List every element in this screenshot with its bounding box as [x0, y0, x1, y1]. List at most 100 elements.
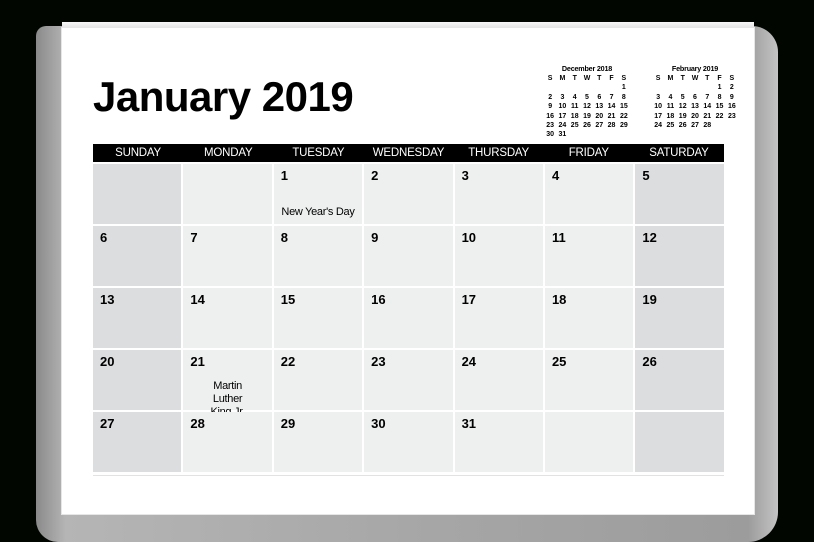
mini-day-empty: [544, 84, 556, 92]
mini-day: 21: [607, 112, 616, 120]
day-cell-31[interactable]: 31: [454, 412, 543, 472]
day-cell-30[interactable]: 30: [364, 412, 453, 472]
mini-day: 12: [678, 103, 687, 111]
mini-day-empty: [593, 84, 605, 92]
day-number: 2: [371, 168, 379, 183]
mini-weekday-initial: F: [609, 75, 614, 82]
mini-day: 20: [595, 112, 604, 120]
mini-day: 20: [691, 112, 699, 120]
mini-day: 16: [727, 103, 736, 111]
day-cell-26[interactable]: 26: [635, 350, 724, 410]
mini-weekday-initial: T: [680, 75, 685, 82]
mini-day: 30: [546, 131, 555, 139]
month-title: January 2019: [93, 73, 354, 120]
day-number: 27: [100, 416, 115, 431]
day-cell-24[interactable]: 24: [454, 350, 543, 410]
mini-day: 11: [571, 103, 579, 111]
day-cell-23[interactable]: 23: [364, 350, 453, 410]
mini-day-empty: [605, 84, 617, 92]
day-cell-9[interactable]: 9: [364, 226, 453, 286]
mini-day: 13: [691, 103, 699, 111]
holiday-label: New Year's Day: [281, 206, 355, 218]
mini-weekday-initial: S: [621, 75, 627, 82]
mini-day: 24: [654, 121, 663, 129]
day-cell-25[interactable]: 25: [544, 350, 634, 410]
day-number: 12: [642, 230, 657, 245]
weekday-header-monday: MONDAY: [204, 147, 253, 159]
day-cell-18[interactable]: 18: [544, 288, 634, 348]
mini-day: 16: [546, 112, 555, 120]
mini-day-empty: [556, 84, 568, 92]
mini-calendar-next-month: February 2019 S M T W T F S 1 2 3 4 5 6 7 8 9 10 11 12 13 14…: [652, 64, 738, 130]
mini-day-empty: [569, 84, 581, 92]
empty-day-cell: [183, 164, 272, 224]
day-cell-17[interactable]: 17: [454, 288, 543, 348]
mini-day: 5: [680, 93, 685, 101]
mini-day: 19: [678, 112, 687, 120]
mini-day: 2: [729, 84, 734, 92]
day-cell-27[interactable]: 27: [93, 412, 182, 472]
mini-day: 9: [729, 93, 734, 101]
day-cell-4[interactable]: 4: [544, 164, 634, 224]
mini-day: 19: [583, 112, 591, 120]
mini-calendar-grid: S M T W T F S 1 2 3 4 5 6 7 8 9 10 11 12 13 14 15 16 17 18 19 20 21…: [652, 75, 738, 130]
day-cell-10[interactable]: 10: [454, 226, 543, 286]
mini-day: 4: [668, 93, 673, 101]
mini-day-empty: [701, 84, 713, 92]
mini-day: 7: [609, 93, 614, 101]
mini-weekday-initial: T: [705, 75, 710, 82]
day-number: 5: [642, 168, 650, 183]
day-number: 9: [371, 230, 379, 245]
day-cell-21[interactable]: 21Martin Luther King Jr. Day: [183, 350, 272, 431]
mini-day-empty: [652, 84, 664, 92]
mini-day: 23: [727, 112, 736, 120]
mini-day: 22: [619, 112, 628, 120]
day-cell-3[interactable]: 3: [454, 164, 543, 224]
day-cell-16[interactable]: 16: [364, 288, 453, 348]
day-cell-5[interactable]: 5: [635, 164, 724, 224]
day-number: 31: [461, 416, 477, 431]
day-cell-12[interactable]: 12: [635, 226, 724, 286]
mini-day: 18: [570, 112, 579, 120]
mini-day: 18: [666, 112, 675, 120]
mini-day: 28: [703, 121, 712, 129]
day-cell-2[interactable]: 2: [364, 164, 453, 224]
day-number: 4: [551, 168, 560, 183]
day-number: 3: [461, 168, 469, 183]
mini-weekday-initial: T: [597, 75, 602, 82]
grid-bottom-divider: [93, 475, 724, 476]
day-number: 11: [551, 230, 566, 245]
day-cell-20[interactable]: 20: [93, 350, 182, 410]
day-cell-14[interactable]: 14: [183, 288, 272, 348]
day-number: 20: [100, 354, 115, 369]
mini-day: 26: [583, 121, 591, 129]
mini-day: 25: [666, 121, 675, 129]
day-number: 13: [100, 292, 115, 307]
day-cell-6[interactable]: 6: [93, 226, 182, 286]
day-cell-22[interactable]: 22: [273, 350, 363, 410]
day-cell-11[interactable]: 11: [544, 226, 634, 286]
day-number: 18: [551, 292, 567, 307]
mini-weekday-initial: M: [559, 75, 566, 82]
mini-day: 8: [621, 93, 626, 101]
mini-day: 6: [597, 93, 602, 101]
mini-day: 31: [558, 131, 567, 139]
day-cell-13[interactable]: 13: [93, 288, 182, 348]
month-grid: 1 New Year's Day 2 3 4 5 6 7 8 9 10 11 12 13 14 15 16 17 1…: [93, 164, 726, 472]
day-cell-15[interactable]: 15: [273, 288, 363, 348]
day-cell-29[interactable]: 29: [273, 412, 363, 472]
day-cell-28[interactable]: 28: [183, 412, 272, 472]
day-cell-7[interactable]: 7: [183, 226, 272, 286]
mini-day: 23: [546, 121, 555, 129]
day-cell-1[interactable]: 1 New Year's Day: [273, 164, 363, 224]
day-cell-8[interactable]: 8: [273, 226, 363, 286]
mini-day: 15: [715, 103, 724, 111]
mini-day: 27: [595, 121, 604, 129]
mini-day: 17: [654, 112, 663, 120]
mini-day: 14: [703, 103, 712, 111]
day-number: 8: [280, 230, 289, 245]
empty-day-cell: [93, 164, 182, 224]
mini-weekday-initial: S: [729, 75, 735, 82]
day-cell-19[interactable]: 19: [635, 288, 724, 348]
mini-day: 5: [585, 93, 589, 101]
